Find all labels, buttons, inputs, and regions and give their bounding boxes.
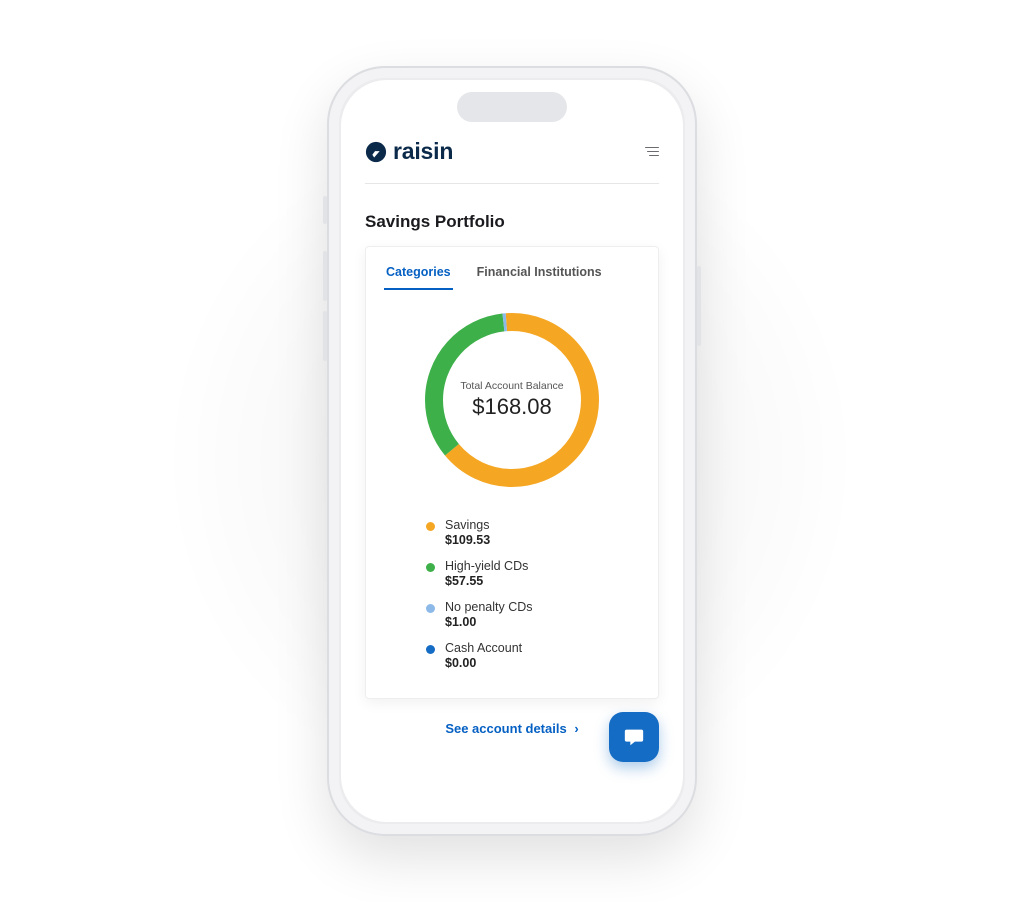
tab-categories[interactable]: Categories — [384, 257, 453, 290]
total-balance-label: Total Account Balance — [460, 380, 563, 392]
legend-item: High-yield CDs$57.55 — [426, 559, 658, 588]
app-header: raisin — [365, 138, 659, 184]
chat-button[interactable] — [609, 712, 659, 762]
device-notch — [457, 92, 567, 122]
menu-icon — [645, 147, 659, 148]
legend-value: $0.00 — [445, 656, 522, 670]
legend-value: $109.53 — [445, 533, 490, 547]
raisin-logo-icon — [365, 141, 387, 163]
portfolio-card: Categories Financial Institutions Total … — [365, 246, 659, 699]
menu-button[interactable] — [645, 147, 659, 157]
total-balance-value: $168.08 — [472, 394, 552, 420]
balance-donut-chart: Total Account Balance $168.08 — [422, 310, 602, 490]
legend-item: No penalty CDs$1.00 — [426, 600, 658, 629]
legend-label: High-yield CDs — [445, 559, 528, 573]
legend-dot-icon — [426, 522, 435, 531]
legend-label: Savings — [445, 518, 490, 532]
details-link-label: See account details — [445, 721, 566, 736]
phone-frame: raisin Savings Portfolio Categories Fina… — [327, 66, 697, 836]
brand-name: raisin — [393, 138, 453, 165]
tab-financial-institutions[interactable]: Financial Institutions — [475, 257, 604, 290]
legend-item: Cash Account$0.00 — [426, 641, 658, 670]
legend-dot-icon — [426, 604, 435, 613]
brand-logo[interactable]: raisin — [365, 138, 453, 165]
screen: raisin Savings Portfolio Categories Fina… — [341, 80, 683, 822]
legend: Savings$109.53 High-yield CDs$57.55 No pen… — [366, 500, 658, 670]
legend-label: Cash Account — [445, 641, 522, 655]
legend-value: $57.55 — [445, 574, 528, 588]
legend-label: No penalty CDs — [445, 600, 533, 614]
legend-item: Savings$109.53 — [426, 518, 658, 547]
tab-bar: Categories Financial Institutions — [366, 247, 658, 290]
chevron-right-icon: › — [574, 721, 578, 736]
page-title: Savings Portfolio — [365, 212, 659, 232]
legend-dot-icon — [426, 563, 435, 572]
chat-icon — [623, 726, 645, 748]
legend-value: $1.00 — [445, 615, 533, 629]
legend-dot-icon — [426, 645, 435, 654]
